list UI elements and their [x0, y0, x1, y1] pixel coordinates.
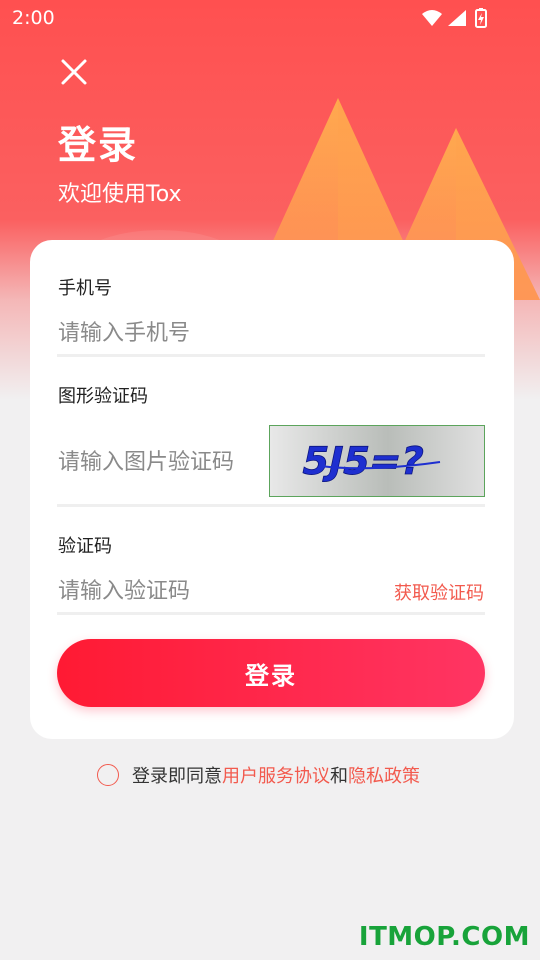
code-underline [57, 612, 485, 615]
battery-icon [475, 8, 487, 28]
status-icons [420, 8, 500, 35]
agreement-prefix: 登录即同意 [132, 766, 222, 787]
status-bar: 2:00 [0, 0, 540, 36]
page-title: 登录 [58, 123, 139, 167]
agreement-text: 登录即同意用户服务协议和隐私政策 [132, 762, 420, 788]
privacy-link[interactable]: 隐私政策 [348, 766, 420, 787]
agreement-joiner: 和 [330, 766, 348, 787]
page-subtitle: 欢迎使用Tox [58, 182, 182, 207]
captcha-label: 图形验证码 [58, 386, 148, 407]
login-button[interactable]: 登录 [57, 639, 485, 707]
code-label: 验证码 [58, 536, 112, 557]
wifi-icon [422, 10, 442, 26]
captcha-text: 5J5=? [298, 439, 428, 484]
close-icon [61, 59, 87, 85]
phone-input[interactable] [58, 316, 478, 350]
captcha-image[interactable]: 5J5=? [269, 425, 485, 497]
terms-link[interactable]: 用户服务协议 [222, 766, 330, 787]
agree-checkbox[interactable] [97, 764, 119, 786]
captcha-underline [57, 504, 485, 507]
phone-underline [57, 354, 485, 357]
signal-icon [448, 10, 466, 26]
watermark: ITMOP.COM [358, 922, 530, 952]
phone-label: 手机号 [58, 278, 112, 299]
captcha-input[interactable] [58, 445, 263, 479]
get-code-button[interactable]: 获取验证码 [394, 579, 484, 605]
login-card: 手机号 图形验证码 5J5=? 验证码 获取验证码 登录 [30, 240, 514, 739]
status-time: 2:00 [12, 7, 55, 29]
close-button[interactable] [56, 54, 92, 90]
code-input[interactable] [58, 574, 358, 608]
